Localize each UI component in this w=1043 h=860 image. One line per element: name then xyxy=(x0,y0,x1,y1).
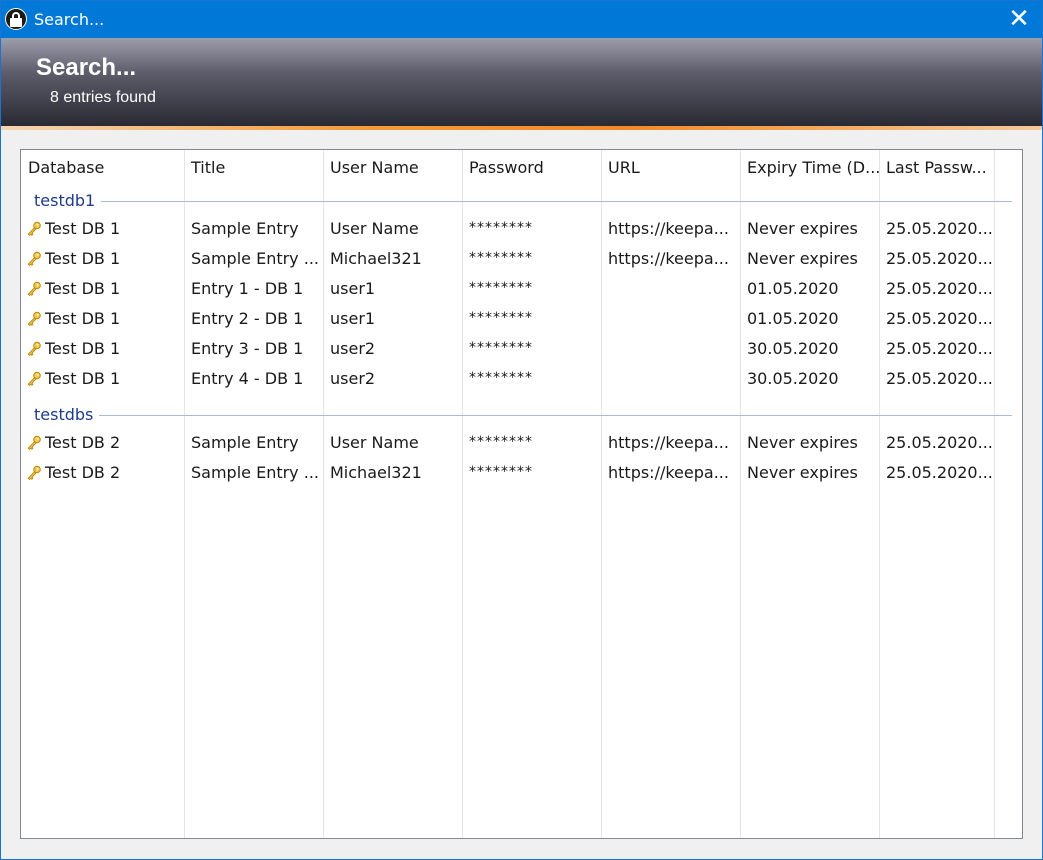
cell-password: ******** xyxy=(469,464,533,480)
cell-last-modified: 25.05.2020... xyxy=(886,463,993,482)
cell-expiry: 30.05.2020 xyxy=(747,369,839,388)
cell-username: user1 xyxy=(330,279,376,298)
entry-list[interactable]: Database Title User Name Password URL Expiry … xyxy=(20,149,1023,839)
padlock-icon xyxy=(5,8,27,30)
cell-username: Michael321 xyxy=(330,463,422,482)
header-col-url[interactable]: URL xyxy=(601,150,740,186)
banner-accent-line xyxy=(1,126,1042,130)
cell-password: ******** xyxy=(469,310,533,326)
cell-title: Sample Entry xyxy=(191,433,299,452)
entry-row[interactable]: Test DB 1 Entry 4 - DB 1 user2 ******** 30.0… xyxy=(21,364,1022,394)
group-divider xyxy=(99,201,1012,202)
cell-database: Test DB 2 xyxy=(45,463,121,482)
cell-url xyxy=(601,304,740,334)
cell-url: https://keepa... xyxy=(608,433,729,452)
cell-expiry: 30.05.2020 xyxy=(747,339,839,358)
group-header[interactable]: testdbs xyxy=(21,400,1022,430)
header-col-username[interactable]: User Name xyxy=(323,150,462,186)
group-header[interactable]: testdb1 xyxy=(21,186,1022,216)
group-label: testdb1 xyxy=(34,190,102,212)
cell-username: user2 xyxy=(330,339,376,358)
cell-password: ******** xyxy=(469,370,533,386)
cell-database: Test DB 2 xyxy=(45,433,121,452)
banner-subtitle: 8 entries found xyxy=(50,89,156,106)
window-title: Search... xyxy=(34,10,105,29)
cell-url: https://keepa... xyxy=(608,463,729,482)
cell-title: Entry 3 - DB 1 xyxy=(191,339,304,358)
cell-database: Test DB 1 xyxy=(45,339,121,358)
cell-title: Sample Entry xyxy=(191,219,299,238)
group-label: testdbs xyxy=(34,404,100,426)
cell-url xyxy=(601,364,740,394)
cell-username: User Name xyxy=(330,433,419,452)
header-col-title[interactable]: Title xyxy=(184,150,323,186)
entry-row[interactable]: Test DB 2 Sample Entry ... Michael321 *****… xyxy=(21,458,1022,488)
cell-password: ******** xyxy=(469,340,533,356)
cell-database: Test DB 1 xyxy=(45,369,121,388)
entry-row[interactable]: Test DB 1 Entry 2 - DB 1 user1 ******** 01.0… xyxy=(21,304,1022,334)
cell-database: Test DB 1 xyxy=(45,219,121,238)
entry-row[interactable]: Test DB 1 Entry 3 - DB 1 user2 ******** 30.0… xyxy=(21,334,1022,364)
cell-username: user1 xyxy=(330,309,376,328)
header-col-last-modified[interactable]: Last Passw... xyxy=(879,150,994,186)
cell-url: https://keepa... xyxy=(608,219,729,238)
cell-url xyxy=(601,274,740,304)
cell-title: Entry 1 - DB 1 xyxy=(191,279,304,298)
entry-row[interactable]: Test DB 2 Sample Entry User Name ******** ht… xyxy=(21,428,1022,458)
cell-expiry: 01.05.2020 xyxy=(747,309,839,328)
cell-url xyxy=(601,334,740,364)
cell-expiry: Never expires xyxy=(747,463,858,482)
cell-expiry: 01.05.2020 xyxy=(747,279,839,298)
column-header-row: Database Title User Name Password URL Expiry … xyxy=(21,150,1022,186)
cell-last-modified: 25.05.2020... xyxy=(886,339,993,358)
cell-password: ******** xyxy=(469,280,533,296)
cell-last-modified: 25.05.2020... xyxy=(886,249,993,268)
cell-last-modified: 25.05.2020... xyxy=(886,219,993,238)
cell-last-modified: 25.05.2020... xyxy=(886,433,993,452)
entry-row[interactable]: Test DB 1 Sample Entry ... Michael321 *****… xyxy=(21,244,1022,274)
close-icon[interactable]: ✕ xyxy=(996,1,1042,38)
cell-title: Sample Entry ... xyxy=(191,249,319,268)
cell-database: Test DB 1 xyxy=(45,249,121,268)
cell-last-modified: 25.05.2020... xyxy=(886,279,993,298)
header-col-password[interactable]: Password xyxy=(462,150,601,186)
header-col-expiry[interactable]: Expiry Time (D... xyxy=(740,150,879,186)
cell-last-modified: 25.05.2020... xyxy=(886,369,993,388)
cell-last-modified: 25.05.2020... xyxy=(886,309,993,328)
cell-database: Test DB 1 xyxy=(45,309,121,328)
cell-title: Entry 2 - DB 1 xyxy=(191,309,304,328)
banner-title: Search... xyxy=(36,54,137,81)
banner: Search... 8 entries found xyxy=(1,38,1042,126)
cell-expiry: Never expires xyxy=(747,249,858,268)
cell-username: User Name xyxy=(330,219,419,238)
entry-row[interactable]: Test DB 1 Sample Entry User Name ******** ht… xyxy=(21,214,1022,244)
cell-password: ******** xyxy=(469,250,533,266)
cell-expiry: Never expires xyxy=(747,433,858,452)
cell-database: Test DB 1 xyxy=(45,279,121,298)
cell-username: user2 xyxy=(330,369,376,388)
cell-password: ******** xyxy=(469,434,533,450)
entry-row[interactable]: Test DB 1 Entry 1 - DB 1 user1 ******** 01.0… xyxy=(21,274,1022,304)
cell-title: Sample Entry ... xyxy=(191,463,319,482)
cell-title: Entry 4 - DB 1 xyxy=(191,369,304,388)
cell-username: Michael321 xyxy=(330,249,422,268)
search-window: Search... ✕ Search... 8 entries found Da… xyxy=(0,0,1043,860)
cell-password: ******** xyxy=(469,220,533,236)
title-bar[interactable]: Search... ✕ xyxy=(1,1,1042,38)
cell-expiry: Never expires xyxy=(747,219,858,238)
group-divider xyxy=(99,415,1012,416)
cell-url: https://keepa... xyxy=(608,249,729,268)
header-col-database[interactable]: Database xyxy=(21,150,184,186)
